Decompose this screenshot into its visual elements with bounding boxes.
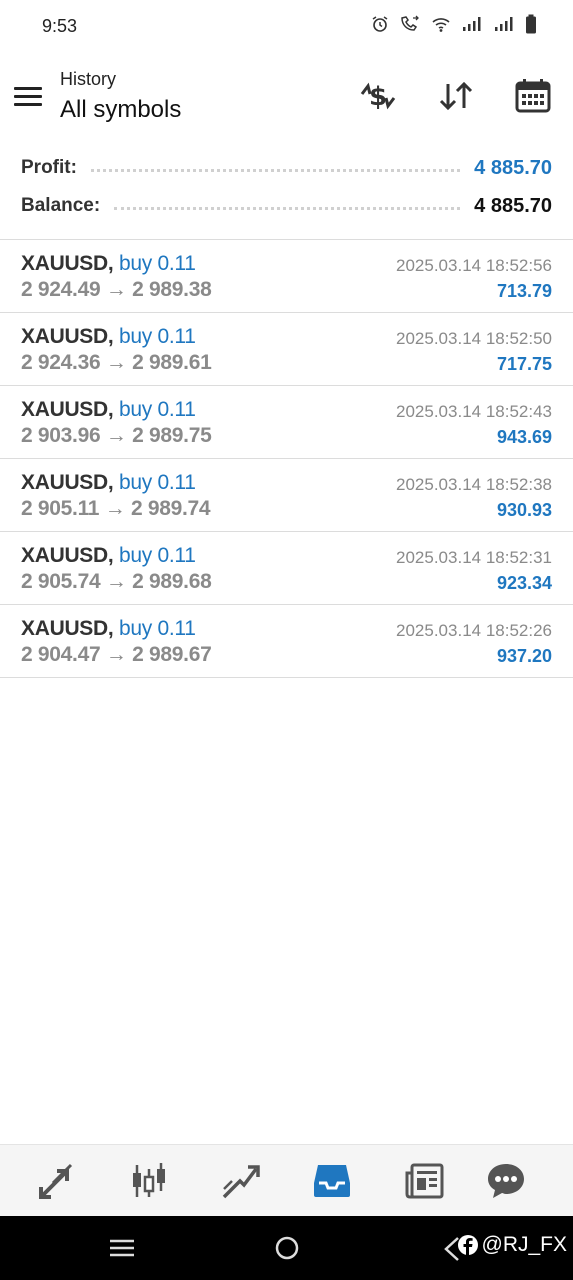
menu-icon-line <box>14 102 42 106</box>
deal-profit: 713.79 <box>496 281 552 301</box>
deal-prices: 2 905.74 → 2 989.68 <box>21 570 212 593</box>
status-time: 9:53 <box>42 16 78 36</box>
menu-icon-line <box>14 86 42 90</box>
deal-time: 2025.03.14 18:52:56 <box>396 256 552 275</box>
deal-symbol-line: XAUUSD, buy 0.11 <box>21 544 196 568</box>
call-icon <box>401 15 419 31</box>
signal-icon-2 <box>495 17 513 31</box>
home-icon <box>275 1236 299 1260</box>
calendar-button[interactable] <box>513 76 553 116</box>
deal-type: buy 0.11 <box>118 617 196 640</box>
deal-type: buy 0.11 <box>118 325 196 348</box>
deals-list: XAUUSD, buy 0.11 2 924.49 → 2 989.38 202… <box>0 240 573 678</box>
tab-chat[interactable] <box>484 1159 528 1203</box>
deal-type: buy 0.11 <box>118 471 196 494</box>
recent-apps-button[interactable] <box>108 1234 136 1267</box>
deal-symbol: XAUUSD, <box>21 398 114 421</box>
tab-news[interactable] <box>402 1159 446 1203</box>
balance-row: Balance: 4 885.70 <box>21 191 552 221</box>
status-bar: 9:53 <box>0 0 573 56</box>
deal-type: buy 0.11 <box>118 544 196 567</box>
alarm-icon <box>372 16 388 32</box>
deal-time: 2025.03.14 18:52:50 <box>396 329 552 348</box>
deal-prices: 2 924.36 → 2 989.61 <box>21 351 212 374</box>
deal-profit: 943.69 <box>496 427 552 447</box>
quotes-icon <box>39 1163 73 1199</box>
sort-icon <box>439 81 473 111</box>
deal-type: buy 0.11 <box>118 398 196 421</box>
page-title[interactable]: All symbols <box>60 96 181 124</box>
deal-prices: 2 903.96 → 2 989.75 <box>21 424 212 447</box>
chart-icon <box>133 1163 165 1197</box>
battery-icon <box>526 14 536 34</box>
tab-quotes[interactable] <box>35 1159 79 1203</box>
deal-row[interactable]: XAUUSD, buy 0.11 2 904.47 → 2 989.67 202… <box>0 605 573 678</box>
recent-apps-icon <box>110 1239 134 1257</box>
tab-trade[interactable] <box>218 1159 262 1203</box>
facebook-icon <box>457 1235 478 1255</box>
deal-time: 2025.03.14 18:52:38 <box>396 475 552 494</box>
deal-prices: 2 904.47 → 2 989.67 <box>21 643 212 666</box>
balance-label: Balance: <box>21 195 101 216</box>
account-summary: Profit: 4 885.70 Balance: 4 885.70 <box>0 148 573 238</box>
history-icon <box>314 1165 350 1197</box>
dotted-leader <box>90 168 461 172</box>
bottom-tab-bar <box>0 1144 573 1216</box>
deal-prices: 2 924.49 → 2 989.38 <box>21 278 212 301</box>
news-icon <box>405 1163 444 1199</box>
deal-row[interactable]: XAUUSD, buy 0.11 2 905.11 → 2 989.74 202… <box>0 459 573 532</box>
deal-symbol: XAUUSD, <box>21 252 114 275</box>
deal-symbol-line: XAUUSD, buy 0.11 <box>21 325 196 349</box>
tab-chart[interactable] <box>127 1159 171 1203</box>
currency-swap-icon: $ <box>360 82 396 112</box>
deal-symbol: XAUUSD, <box>21 325 114 348</box>
deal-type: buy 0.11 <box>118 252 196 275</box>
chat-icon <box>488 1164 524 1198</box>
balance-value: 4 885.70 <box>474 194 552 217</box>
header-subtitle: History <box>60 69 117 89</box>
trade-icon <box>222 1165 260 1199</box>
deal-symbol: XAUUSD, <box>21 617 114 640</box>
menu-icon-line <box>14 94 42 98</box>
deal-row[interactable]: XAUUSD, buy 0.11 2 903.96 → 2 989.75 202… <box>0 386 573 459</box>
profit-row: Profit: 4 885.70 <box>21 153 552 183</box>
deal-profit: 937.20 <box>496 646 552 666</box>
deal-time: 2025.03.14 18:52:43 <box>396 402 552 421</box>
dotted-leader <box>114 206 461 210</box>
wifi-icon <box>432 18 450 32</box>
deal-row[interactable]: XAUUSD, buy 0.11 2 905.74 → 2 989.68 202… <box>0 532 573 605</box>
signal-icon <box>463 17 481 31</box>
deal-symbol-line: XAUUSD, buy 0.11 <box>21 252 196 276</box>
deal-symbol: XAUUSD, <box>21 544 114 567</box>
deal-symbol-line: XAUUSD, buy 0.11 <box>21 398 196 422</box>
home-button[interactable] <box>272 1234 302 1269</box>
calendar-icon <box>515 79 551 113</box>
currency-swap-button[interactable]: $ <box>358 76 398 116</box>
deal-symbol-line: XAUUSD, buy 0.11 <box>21 617 196 641</box>
system-nav-bar: @RJ_FX <box>0 1216 573 1280</box>
deal-symbol-line: XAUUSD, buy 0.11 <box>21 471 196 495</box>
profit-label: Profit: <box>21 157 77 178</box>
deal-row[interactable]: XAUUSD, buy 0.11 2 924.49 → 2 989.38 202… <box>0 240 573 313</box>
deal-time: 2025.03.14 18:52:31 <box>396 548 552 567</box>
sort-button[interactable] <box>436 76 476 116</box>
deal-profit: 717.75 <box>496 354 552 374</box>
deal-profit: 930.93 <box>496 500 552 520</box>
deal-symbol: XAUUSD, <box>21 471 114 494</box>
watermark: @RJ_FX <box>457 1233 568 1257</box>
watermark-text: @RJ_FX <box>481 1233 568 1256</box>
status-icons <box>371 14 537 34</box>
menu-button[interactable] <box>14 80 46 112</box>
tab-history[interactable] <box>310 1159 354 1203</box>
svg-text:$: $ <box>369 82 387 112</box>
app-header: History All symbols $ <box>0 56 573 146</box>
deal-prices: 2 905.11 → 2 989.74 <box>21 497 211 520</box>
deal-profit: 923.34 <box>496 573 552 593</box>
deal-row[interactable]: XAUUSD, buy 0.11 2 924.36 → 2 989.61 202… <box>0 313 573 386</box>
deal-time: 2025.03.14 18:52:26 <box>396 621 552 640</box>
profit-value: 4 885.70 <box>474 156 552 179</box>
